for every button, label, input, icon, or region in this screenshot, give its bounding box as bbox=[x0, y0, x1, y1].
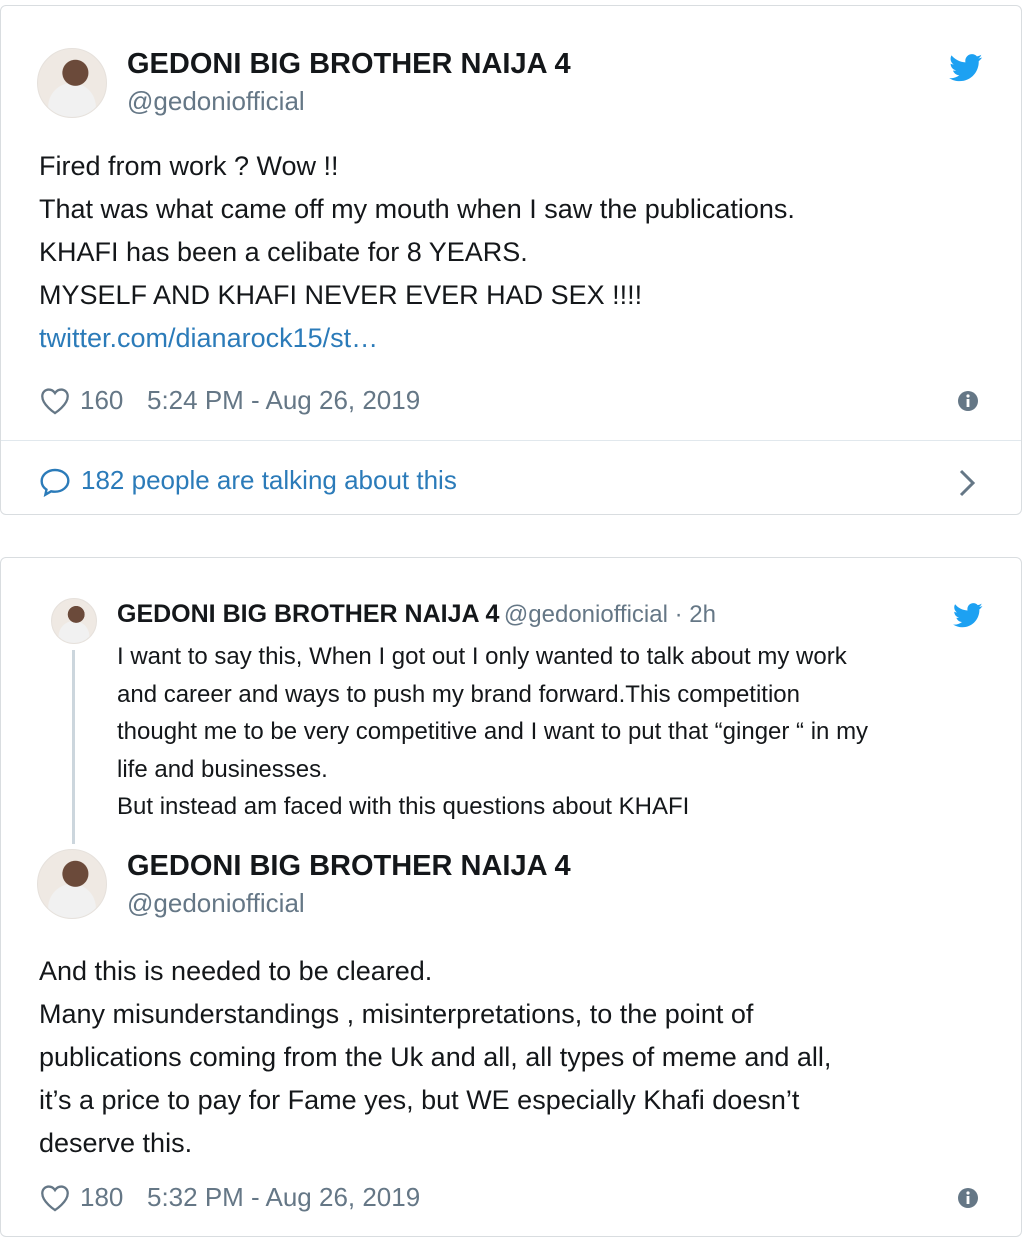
tweet-text: And this is needed to be cleared. Many m… bbox=[39, 950, 831, 1165]
tweet-line: But instead am faced with this questions… bbox=[117, 793, 690, 820]
tweet-line: thought me to be very competitive and I … bbox=[117, 718, 869, 745]
divider bbox=[1, 440, 1021, 441]
tweet-card-1: GEDONI BIG BROTHER NAIJA 4 @gedonioffici… bbox=[0, 5, 1022, 515]
tweet-line: life and businesses. bbox=[117, 755, 328, 783]
author-name[interactable]: GEDONI BIG BROTHER NAIJA 4 bbox=[127, 48, 571, 81]
thread-line bbox=[72, 650, 75, 844]
like-count[interactable]: 180 bbox=[80, 1182, 123, 1213]
author-name[interactable]: GEDONI BIG BROTHER NAIJA 4 bbox=[117, 600, 499, 628]
tweet-line: deserve this. bbox=[39, 1128, 193, 1158]
twitter-bird-icon[interactable] bbox=[953, 603, 983, 628]
twitter-bird-icon[interactable] bbox=[949, 54, 983, 82]
tweet-line: publications coming from the Uk and all,… bbox=[39, 1042, 832, 1072]
tweet-line: I want to say this, When I got out I onl… bbox=[117, 643, 847, 670]
author-name[interactable]: GEDONI BIG BROTHER NAIJA 4 bbox=[127, 850, 571, 883]
avatar[interactable] bbox=[37, 849, 107, 919]
tweet-link[interactable]: twitter.com/dianarock15/st… bbox=[39, 317, 795, 360]
quoted-header: GEDONI BIG BROTHER NAIJA 4 @gedonioffici… bbox=[117, 600, 716, 629]
tweet-line: MYSELF AND KHAFI NEVER EVER HAD SEX !!!! bbox=[39, 280, 643, 310]
info-icon[interactable] bbox=[957, 390, 979, 412]
tweet-card-2: GEDONI BIG BROTHER NAIJA 4 @gedonioffici… bbox=[0, 557, 1022, 1237]
avatar[interactable] bbox=[51, 598, 97, 644]
author-handle[interactable]: @gedoniofficial bbox=[127, 86, 305, 117]
heart-icon[interactable] bbox=[39, 387, 71, 415]
tweet-line: KHAFI has been a celibate for 8 YEARS. bbox=[39, 237, 528, 267]
talking-about-link[interactable]: 182 people are talking about this bbox=[81, 465, 457, 496]
tweet-line: it’s a price to pay for Fame yes, but WE… bbox=[39, 1085, 800, 1115]
chevron-right-icon[interactable] bbox=[958, 468, 976, 498]
tweet-line: Fired from work ? Wow !! bbox=[39, 151, 339, 181]
tweet-timestamp[interactable]: 5:32 PM - Aug 26, 2019 bbox=[147, 1182, 420, 1213]
tweet-line: And this is needed to be cleared. bbox=[39, 956, 433, 986]
quoted-text: I want to say this, When I got out I onl… bbox=[117, 638, 868, 826]
info-icon[interactable] bbox=[957, 1187, 979, 1209]
heart-icon[interactable] bbox=[39, 1184, 71, 1212]
author-handle[interactable]: @gedoniofficial · 2h bbox=[504, 601, 716, 628]
like-count[interactable]: 160 bbox=[80, 385, 123, 416]
author-handle[interactable]: @gedoniofficial bbox=[127, 888, 305, 919]
tweet-line: and career and ways to push my brand for… bbox=[117, 680, 801, 708]
tweet-line: That was what came off my mouth when I s… bbox=[39, 194, 795, 224]
avatar[interactable] bbox=[37, 48, 107, 118]
tweet-timestamp[interactable]: 5:24 PM - Aug 26, 2019 bbox=[147, 385, 420, 416]
tweet-text: Fired from work ? Wow !! That was what c… bbox=[39, 145, 795, 360]
tweet-line: Many misunderstandings , misinterpretati… bbox=[39, 999, 754, 1029]
speech-bubble-icon[interactable] bbox=[39, 467, 71, 497]
